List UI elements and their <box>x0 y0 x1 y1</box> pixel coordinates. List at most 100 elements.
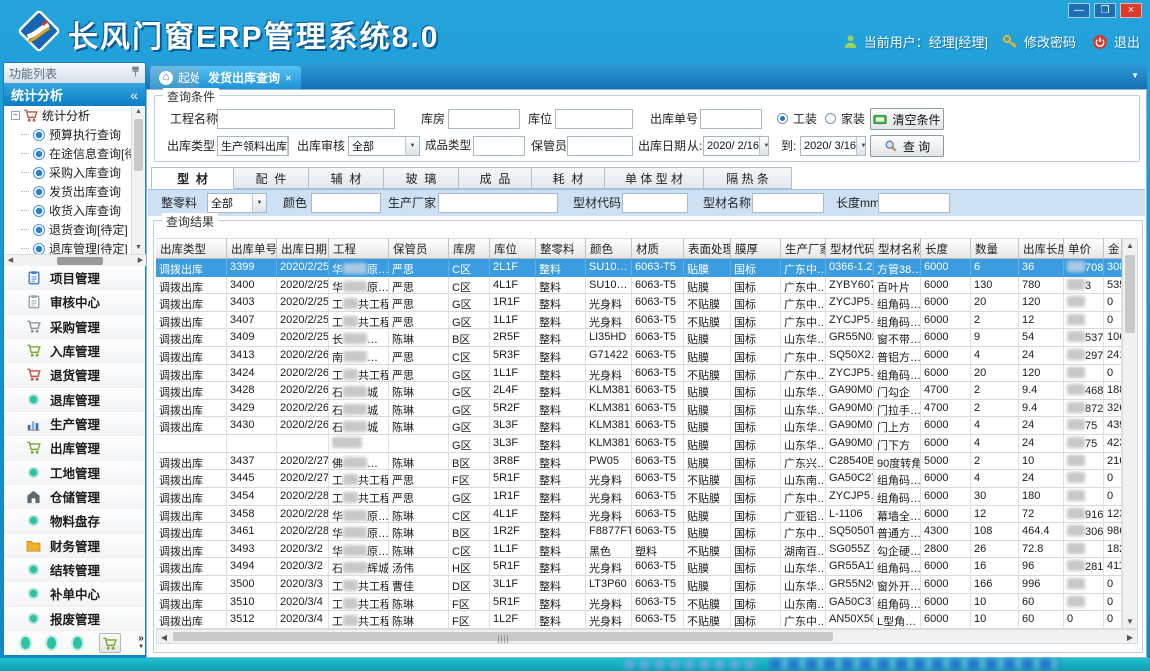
scroll-right-icon[interactable]: ▶ <box>1125 633 1135 642</box>
sidebar-item-财务管理[interactable]: 财务管理 <box>5 534 144 558</box>
column-header-出库单号[interactable]: 出库单号 <box>227 238 277 259</box>
tree-item-采购入库查询[interactable]: 采购入库查询 <box>5 163 131 182</box>
table-vertical-scrollbar[interactable]: ▲ ▼ <box>1122 238 1138 629</box>
profile-code-input[interactable] <box>622 193 688 213</box>
table-row[interactable]: 调拨出库34282020/2/26石城陈琳G区2L4F整料KLM38176063… <box>156 382 1122 400</box>
tab-overflow-icon[interactable]: ▼ <box>1131 71 1139 80</box>
scroll-up-icon[interactable]: ▲ <box>132 106 145 118</box>
close-button[interactable]: × <box>1120 3 1142 18</box>
material-tab-辅材[interactable]: 辅 材 <box>309 167 384 189</box>
tree-item-在途信息查询[待[interactable]: 在途信息查询[待 <box>5 144 131 163</box>
material-tab-单体型材[interactable]: 单 体 型 材 <box>605 167 704 189</box>
table-row[interactable]: 调拨出库34372020/2/27佛…陈琳B区3R8F整料PW056063-T5… <box>156 453 1122 471</box>
material-tab-型材[interactable]: 型 材 <box>151 167 234 189</box>
material-tab-玻璃[interactable]: 玻 璃 <box>384 167 459 189</box>
table-row[interactable]: 调拨出库35102020/3/4工共工程陈琳F区5R1F整料光身料6063-T5… <box>156 594 1122 612</box>
product-type-input[interactable] <box>473 136 525 156</box>
table-row[interactable]: 调拨出库34942020/3/2石辉城汤伟H区5R1F整料光身料6063-T5贴… <box>156 558 1122 576</box>
color-input[interactable] <box>311 193 381 213</box>
table-row[interactable]: 调拨出库34302020/2/26石城陈琳G区3L3F整料KLM38176063… <box>156 417 1122 435</box>
project-name-input[interactable] <box>217 109 395 129</box>
tree-vertical-scrollbar[interactable]: ▲ ▼ <box>131 106 144 254</box>
outbound-type-select[interactable]: 生产领料出库 ▼ <box>217 136 289 156</box>
change-password-link[interactable]: 修改密码 <box>1024 32 1076 51</box>
column-header-整零料[interactable]: 整零料 <box>536 238 586 259</box>
profile-name-input[interactable] <box>752 193 824 213</box>
tree-item-退货查询[待定][interactable]: 退货查询[待定] <box>5 220 131 239</box>
date-from-select[interactable]: 2020/ 2/16 ▼ <box>703 136 769 156</box>
search-button[interactable]: 查 询 <box>870 135 944 157</box>
table-row[interactable]: 调拨出库34932020/3/2华原…陈琳C区1L1F整料黑色塑料不贴膜国标湖南… <box>156 541 1122 559</box>
table-row[interactable]: 调拨出库34612020/2/28华原…陈琳B区1R2F整料F8877FT606… <box>156 523 1122 541</box>
column-header-单价[interactable]: 单价 <box>1064 238 1104 259</box>
sidebar-item-出库管理[interactable]: 出库管理 <box>5 436 144 460</box>
scrollbar-thumb[interactable] <box>1125 255 1135 333</box>
column-header-出库日期[interactable]: 出库日期 <box>277 238 329 259</box>
tree-item-收货入库查询[interactable]: 收货入库查询 <box>5 201 131 220</box>
tree-root-statistics[interactable]: − 统计分析 <box>5 106 131 125</box>
column-header-长度[interactable]: 长度 <box>921 238 971 259</box>
scrollbar-thumb[interactable] <box>134 119 143 171</box>
quick-dot-icon[interactable] <box>73 637 82 649</box>
quick-cart-button[interactable] <box>99 633 121 653</box>
column-header-工程[interactable]: 工程 <box>329 238 389 259</box>
maximize-button[interactable]: ❐ <box>1094 3 1116 18</box>
column-header-膜厚[interactable]: 膜厚 <box>731 238 781 259</box>
table-row[interactable]: 调拨出库34032020/2/25工共工程严思G区1R1F整料光身料6063-T… <box>156 294 1122 312</box>
tab-shipping-outbound-query[interactable]: 发货出库查询 × <box>199 66 301 89</box>
radio-gongzhuang[interactable] <box>777 113 788 124</box>
table-row[interactable]: 调拨出库33992020/2/25华原…严思C区2L1F整料SU10…6063-… <box>156 259 1122 277</box>
table-row[interactable]: 调拨出库34002020/2/25华原…严思C区4L1F整料SU10…6063-… <box>156 277 1122 295</box>
quick-dot-icon[interactable] <box>21 637 30 649</box>
tree-expander-icon[interactable]: − <box>11 111 20 120</box>
column-header-生产厂家[interactable]: 生产厂家 <box>781 238 826 259</box>
table-row[interactable]: 调拨出库34292020/2/26石城陈琳G区5R2F整料KLM38176063… <box>156 400 1122 418</box>
tree-item-预算执行查询[interactable]: 预算执行查询 <box>5 125 131 144</box>
clear-conditions-button[interactable]: 清空条件 <box>870 108 944 130</box>
sidebar-item-仓储管理[interactable]: 仓储管理 <box>5 485 144 509</box>
sidebar-item-退货管理[interactable]: 退货管理 <box>5 363 144 387</box>
scroll-down-icon[interactable]: ▼ <box>1123 617 1137 626</box>
maker-input[interactable] <box>438 193 558 213</box>
sidebar-item-工地管理[interactable]: 工地管理 <box>5 461 144 485</box>
column-header-数量[interactable]: 数量 <box>971 238 1019 259</box>
table-row[interactable]: 调拨出库35122020/3/4工共工程陈琳F区1L2F整料光身料6063-T5… <box>156 611 1122 629</box>
column-header-颜色[interactable]: 颜色 <box>586 238 632 259</box>
sidebar-item-入库管理[interactable]: 入库管理 <box>5 339 144 363</box>
table-row[interactable]: 调拨出库34582020/2/28华原…陈琳C区4L1F整料光身料6063-T5… <box>156 506 1122 524</box>
radio-jiazhuang[interactable] <box>825 113 836 124</box>
order-no-input[interactable] <box>700 109 762 129</box>
collapse-icon[interactable]: « <box>130 87 138 103</box>
audit-select[interactable]: 全部 ▼ <box>348 136 420 156</box>
sidebar-item-生产管理[interactable]: 生产管理 <box>5 412 144 436</box>
column-header-型材名称[interactable]: 型材名称 <box>874 238 921 259</box>
tree-item-退库管理[待定][interactable]: 退库管理[待定] <box>5 239 131 254</box>
column-header-出库长度[interactable]: 出库长度 <box>1019 238 1064 259</box>
tree-item-发货出库查询[interactable]: 发货出库查询 <box>5 182 131 201</box>
table-row[interactable]: 调拨出库34542020/2/28工共工程严思G区1R1F整料光身料6063-T… <box>156 488 1122 506</box>
material-tab-配件[interactable]: 配 件 <box>234 167 309 189</box>
column-header-库位[interactable]: 库位 <box>490 238 536 259</box>
minimize-button[interactable]: — <box>1068 3 1090 18</box>
table-row[interactable]: 调拨出库34242020/2/26工共工程严思G区1L1F整料光身料6063-T… <box>156 365 1122 383</box>
whole-part-select[interactable]: 全部 ▼ <box>207 193 267 213</box>
sidebar-item-采购管理[interactable]: 采购管理 <box>5 315 144 339</box>
column-header-保管员[interactable]: 保管员 <box>389 238 449 259</box>
table-row[interactable]: 调拨出库34132020/2/26南…严思C区5R3F整料G714226063-… <box>156 347 1122 365</box>
material-tab-成品[interactable]: 成 品 <box>459 167 532 189</box>
column-header-型材代码[interactable]: 型材代码 <box>826 238 874 259</box>
material-tab-耗材[interactable]: 耗 材 <box>532 167 605 189</box>
table-horizontal-scrollbar[interactable]: ◀ ▶ <box>156 629 1138 644</box>
keeper-input[interactable] <box>567 136 633 156</box>
scrollbar-thumb[interactable] <box>57 257 103 265</box>
pin-icon[interactable] <box>131 66 140 80</box>
table-row[interactable]: 调拨出库34452020/2/27工共工程严思F区5R1F整料光身料6063-T… <box>156 470 1122 488</box>
material-tab-隔热条[interactable]: 隔 热 条 <box>704 167 792 189</box>
location-input[interactable] <box>555 109 633 129</box>
tree-horizontal-scrollbar[interactable]: ◀ ▶ <box>5 254 146 266</box>
logout-link[interactable]: 退出 <box>1114 32 1140 51</box>
length-input[interactable] <box>878 193 950 213</box>
sidebar-item-审核中心[interactable]: 审核中心 <box>5 290 144 314</box>
scrollbar-thumb[interactable] <box>173 632 833 641</box>
scroll-down-icon[interactable]: ▼ <box>132 242 145 254</box>
